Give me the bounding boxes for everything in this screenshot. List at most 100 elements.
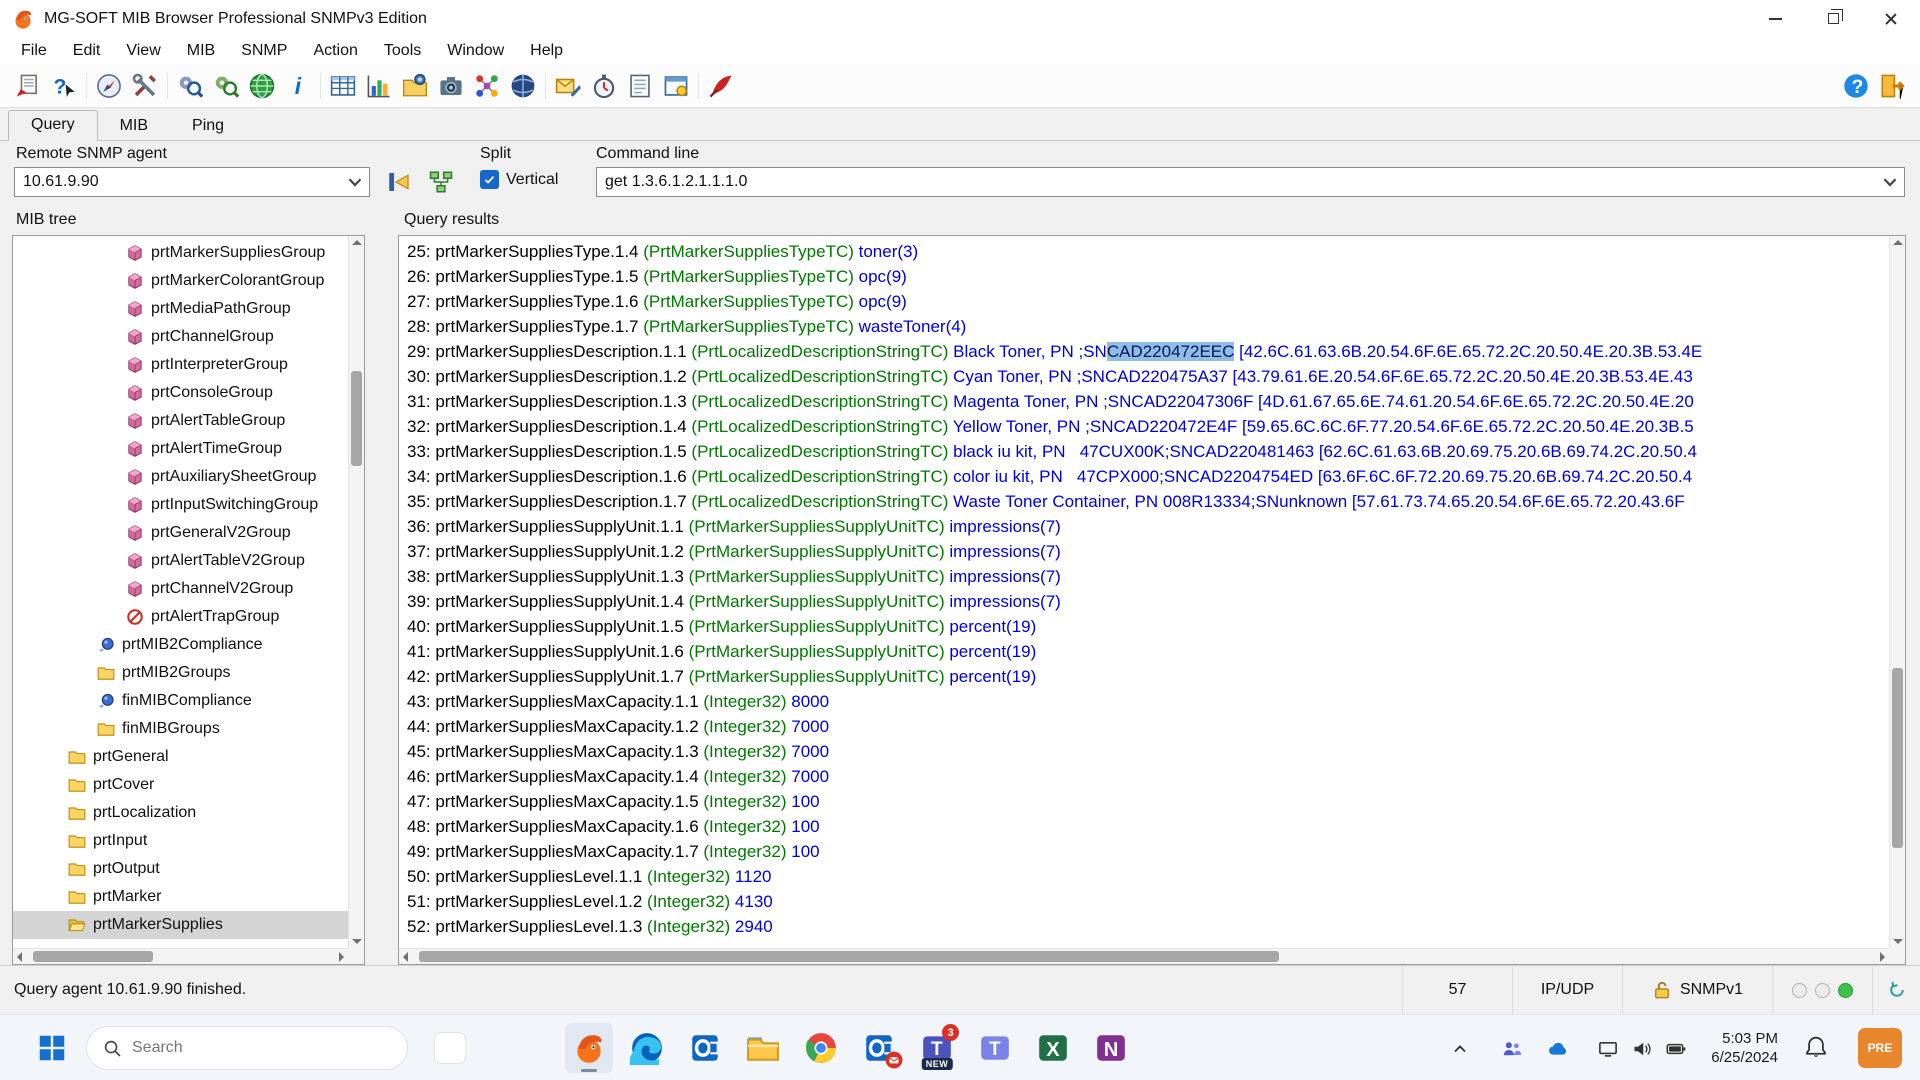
tree-vertical-scrollbar[interactable]	[348, 236, 364, 948]
taskbar-app-teams[interactable]: T3NEW	[913, 1023, 961, 1073]
compass-button[interactable]	[91, 68, 127, 104]
taskbar-app-outlook-mail[interactable]	[855, 1023, 903, 1073]
tray-onedrive[interactable]	[1546, 1037, 1570, 1061]
tree-item-prtLocalization[interactable]: prtLocalization	[13, 799, 348, 827]
query-result-row[interactable]: 26: prtMarkerSuppliesType.1.5 (PrtMarker…	[399, 264, 1889, 289]
tree-item-prtMarkerSuppliesGroup[interactable]: prtMarkerSuppliesGroup	[13, 239, 348, 267]
agent-tree-button[interactable]	[426, 167, 456, 197]
refresh-icon[interactable]	[1887, 980, 1907, 1000]
query-result-row[interactable]: 39: prtMarkerSuppliesSupplyUnit.1.4 (Prt…	[399, 589, 1889, 614]
tab-query[interactable]: Query	[8, 110, 98, 141]
search-input[interactable]	[132, 1039, 372, 1057]
query-result-row[interactable]: 38: prtMarkerSuppliesSupplyUnit.1.3 (Prt…	[399, 564, 1889, 589]
chart-view-button[interactable]	[361, 68, 397, 104]
minimize-button[interactable]	[1746, 0, 1804, 37]
globe-dark-button[interactable]	[505, 68, 541, 104]
tree-item-prtOutput[interactable]: prtOutput	[13, 855, 348, 883]
taskbar-app-chrome[interactable]	[797, 1023, 845, 1073]
tree-item-prtAlertTimeGroup[interactable]: prtAlertTimeGroup	[13, 435, 348, 463]
query-result-row[interactable]: 46: prtMarkerSuppliesMaxCapacity.1.4 (In…	[399, 764, 1889, 789]
taskbar-app-excel[interactable]: X	[1029, 1023, 1077, 1073]
split-vertical-checkbox[interactable]: Vertical	[480, 170, 558, 189]
help-round-button[interactable]: ?	[1838, 68, 1874, 104]
tree-item-prtChannelV2Group[interactable]: prtChannelV2Group	[13, 575, 348, 603]
menu-action[interactable]: Action	[300, 42, 370, 60]
taskbar-app-mib-browser[interactable]	[565, 1023, 613, 1073]
menu-window[interactable]: Window	[434, 42, 517, 60]
query-result-row[interactable]: 47: prtMarkerSuppliesMaxCapacity.1.5 (In…	[399, 789, 1889, 814]
query-result-row[interactable]: 34: prtMarkerSuppliesDescription.1.6 (Pr…	[399, 464, 1889, 489]
query-result-row[interactable]: 48: prtMarkerSuppliesMaxCapacity.1.6 (In…	[399, 814, 1889, 839]
scroll-right-icon[interactable]	[339, 952, 344, 962]
menu-edit[interactable]: Edit	[60, 42, 114, 60]
scroll-up-icon[interactable]	[1893, 240, 1903, 245]
query-result-row[interactable]: 33: prtMarkerSuppliesDescription.1.5 (Pr…	[399, 439, 1889, 464]
scroll-left-icon[interactable]	[17, 952, 22, 962]
query-result-row[interactable]: 45: prtMarkerSuppliesMaxCapacity.1.3 (In…	[399, 739, 1889, 764]
tree-item-prtAlertTableV2Group[interactable]: prtAlertTableV2Group	[13, 547, 348, 575]
query-result-row[interactable]: 35: prtMarkerSuppliesDescription.1.7 (Pr…	[399, 489, 1889, 514]
tree-item-prtMarkerSupplies[interactable]: prtMarkerSupplies	[13, 911, 348, 939]
tab-ping[interactable]: Ping	[170, 112, 246, 141]
tree-item-prtAlertTableGroup[interactable]: prtAlertTableGroup	[13, 407, 348, 435]
taskbar-app-file-explorer[interactable]	[739, 1023, 787, 1073]
tree-item-prtCover[interactable]: prtCover	[13, 771, 348, 799]
scroll-down-icon[interactable]	[1893, 939, 1903, 944]
tree-item-prtChannelGroup[interactable]: prtChannelGroup	[13, 323, 348, 351]
results-horizontal-scrollbar[interactable]	[399, 948, 1889, 964]
scroll-up-icon[interactable]	[352, 240, 362, 245]
tree-item-prtGeneral[interactable]: prtGeneral	[13, 743, 348, 771]
menu-help[interactable]: Help	[517, 42, 576, 60]
query-result-row[interactable]: 41: prtMarkerSuppliesSupplyUnit.1.6 (Prt…	[399, 639, 1889, 664]
tray-chevron-up[interactable]	[1448, 1037, 1472, 1061]
query-result-row[interactable]: 32: prtMarkerSuppliesDescription.1.4 (Pr…	[399, 414, 1889, 439]
query-result-row[interactable]: 31: prtMarkerSuppliesDescription.1.3 (Pr…	[399, 389, 1889, 414]
red-quill-button[interactable]	[703, 68, 739, 104]
scrollbar-thumb[interactable]	[419, 951, 1279, 962]
taskbar-app-edge[interactable]	[623, 1023, 671, 1073]
tray-volume[interactable]	[1630, 1037, 1654, 1061]
menu-snmp[interactable]: SNMP	[228, 42, 300, 60]
query-result-row[interactable]: 29: prtMarkerSuppliesDescription.1.1 (Pr…	[399, 339, 1889, 364]
query-result-row[interactable]: 36: prtMarkerSuppliesSupplyUnit.1.1 (Prt…	[399, 514, 1889, 539]
compile-button[interactable]	[172, 68, 208, 104]
status-refresh-cell[interactable]	[1872, 966, 1920, 1014]
menu-tools[interactable]: Tools	[371, 42, 434, 60]
tree-item-finMIBGroups[interactable]: finMIBGroups	[13, 715, 348, 743]
query-result-row[interactable]: 27: prtMarkerSuppliesType.1.6 (PrtMarker…	[399, 289, 1889, 314]
tray-display[interactable]	[1596, 1037, 1620, 1061]
notes-button[interactable]	[622, 68, 658, 104]
scroll-right-icon[interactable]	[1880, 952, 1885, 962]
modules-button[interactable]	[208, 68, 244, 104]
tray-battery[interactable]	[1664, 1037, 1688, 1061]
tree-item-prtInterpreterGroup[interactable]: prtInterpreterGroup	[13, 351, 348, 379]
send-query-button[interactable]	[384, 167, 414, 197]
capture-folder-button[interactable]	[397, 68, 433, 104]
open-mib-button[interactable]	[10, 68, 46, 104]
taskbar-app-outlook[interactable]	[681, 1023, 729, 1073]
command-line-combobox[interactable]: get 1.3.6.1.2.1.1.1.0	[596, 167, 1905, 197]
globe-green-button[interactable]	[244, 68, 280, 104]
chevron-down-icon[interactable]	[1879, 171, 1901, 193]
taskbar-search[interactable]	[86, 1026, 408, 1070]
menu-file[interactable]: File	[8, 42, 60, 60]
tree-horizontal-scrollbar[interactable]	[13, 948, 348, 964]
start-button[interactable]	[30, 1026, 74, 1070]
notifications-button[interactable]	[1804, 1035, 1828, 1059]
window-new-button[interactable]	[658, 68, 694, 104]
query-result-row[interactable]: 37: prtMarkerSuppliesSupplyUnit.1.2 (Prt…	[399, 539, 1889, 564]
query-result-row[interactable]: 30: prtMarkerSuppliesDescription.1.2 (Pr…	[399, 364, 1889, 389]
tree-item-prtMarkerColorantGroup[interactable]: prtMarkerColorantGroup	[13, 267, 348, 295]
maximize-button[interactable]	[1804, 0, 1862, 37]
compose-mail-button[interactable]	[550, 68, 586, 104]
chevron-down-icon[interactable]	[344, 171, 366, 193]
query-result-row[interactable]: 44: prtMarkerSuppliesMaxCapacity.1.2 (In…	[399, 714, 1889, 739]
scrollbar-thumb[interactable]	[1892, 668, 1903, 848]
tray-teams[interactable]	[1500, 1037, 1524, 1061]
tree-item-prtConsoleGroup[interactable]: prtConsoleGroup	[13, 379, 348, 407]
tree-item-prtInputSwitchingGroup[interactable]: prtInputSwitchingGroup	[13, 491, 348, 519]
scrollbar-thumb[interactable]	[33, 951, 153, 962]
query-result-row[interactable]: 42: prtMarkerSuppliesSupplyUnit.1.7 (Prt…	[399, 664, 1889, 689]
tree-item-prtGeneralV2Group[interactable]: prtGeneralV2Group	[13, 519, 348, 547]
tree-item-prtAuxiliarySheetGroup[interactable]: prtAuxiliarySheetGroup	[13, 463, 348, 491]
